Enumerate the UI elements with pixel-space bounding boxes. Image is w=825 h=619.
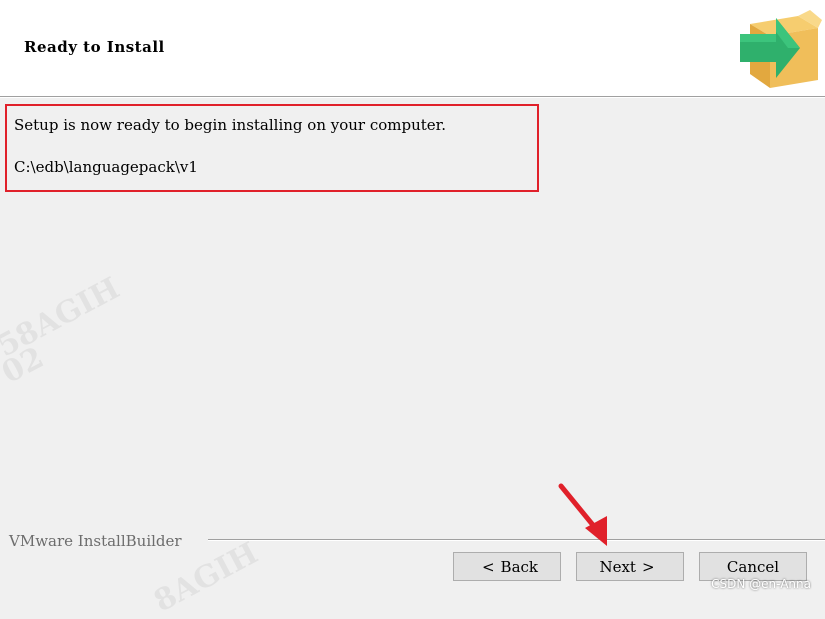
pointer-arrow-icon	[558, 483, 607, 546]
installer-header: Ready to Install	[0, 0, 825, 96]
page-title: Ready to Install	[24, 38, 165, 56]
install-path: C:\edb\languagepack\v1	[14, 158, 198, 176]
back-button-label: Back	[500, 557, 539, 576]
brand-label: VMware InstallBuilder	[9, 532, 182, 550]
chevron-left-icon: <	[481, 557, 495, 576]
next-button-label: Next	[599, 557, 636, 576]
footer-separator-highlight	[208, 540, 825, 541]
credit-watermark: CSDN @en-Anna	[711, 577, 811, 591]
next-button[interactable]: Next >	[576, 552, 684, 581]
chevron-right-icon: >	[641, 557, 655, 576]
back-button[interactable]: < Back	[453, 552, 561, 581]
cancel-button-label: Cancel	[726, 557, 780, 576]
header-separator-highlight	[0, 97, 825, 98]
ready-message: Setup is now ready to begin installing o…	[14, 116, 446, 134]
install-box-arrow-icon	[740, 10, 822, 88]
